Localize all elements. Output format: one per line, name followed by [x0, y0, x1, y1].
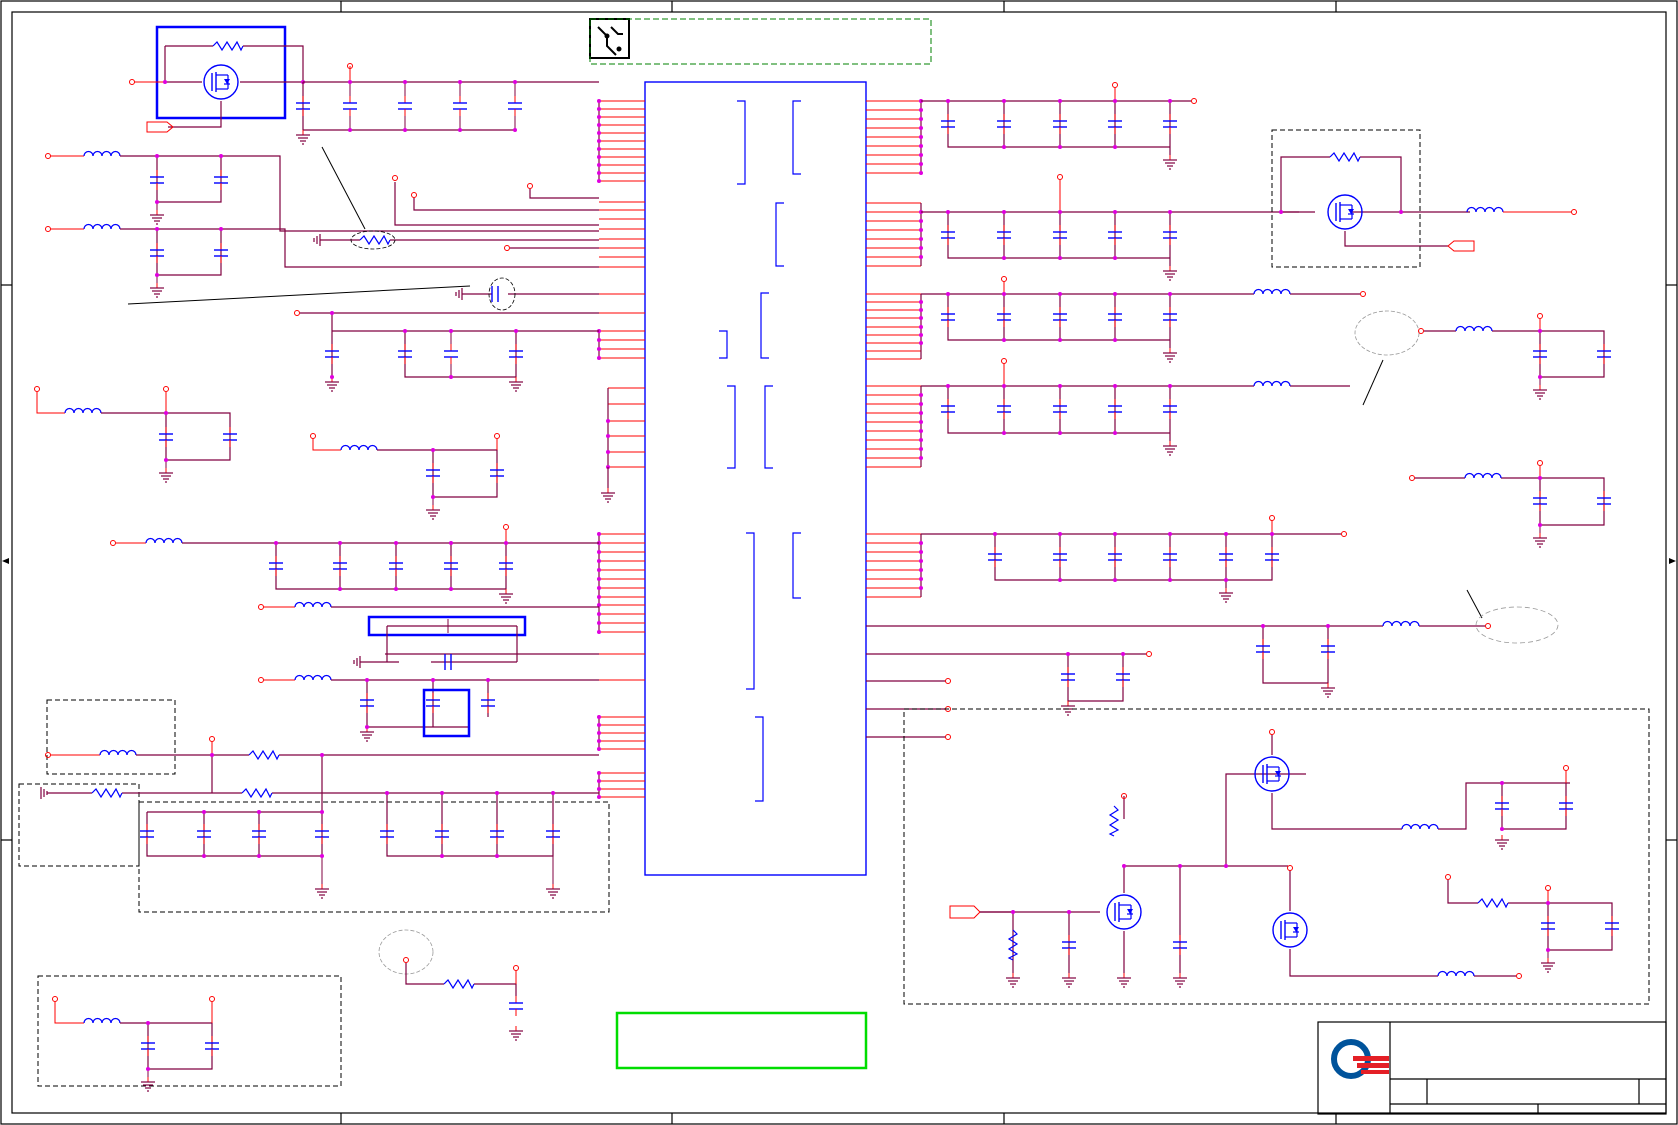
schematic-sheet: [0, 0, 1678, 1125]
rc-bottom-annotated[interactable]: [378, 929, 524, 1041]
ic-internal-brackets: [719, 100, 801, 802]
lc-filter-right-478[interactable]: [1409, 460, 1612, 548]
lc-filter-right-331[interactable]: [1418, 313, 1612, 400]
crystal-highlight[interactable]: [353, 615, 599, 670]
lc-filter-left-3[interactable]: [34, 386, 238, 483]
cap-bank-bottom-left[interactable]: [139, 791, 561, 899]
main-ic[interactable]: [644, 81, 867, 876]
lc-filter-680[interactable]: [258, 674, 600, 742]
lc-filter-left-4[interactable]: [310, 433, 505, 520]
resistor-bottom-left-793[interactable]: [40, 787, 599, 799]
inductor-left-607[interactable]: [258, 601, 600, 610]
ground-ic-left-group: [600, 467, 616, 503]
power-switch-group[interactable]: [903, 708, 1650, 1005]
border-arrow-left: [2, 558, 9, 564]
ic-left-bus: [598, 101, 609, 797]
ic-right-junctions: [919, 99, 923, 590]
test-point-wires: [392, 175, 599, 251]
company-logo: [1331, 1039, 1389, 1079]
cap-bank-right-101[interactable]: [921, 82, 1197, 170]
cap-bank-right-534[interactable]: [921, 515, 1347, 603]
green-note-box: [615, 1011, 868, 1070]
cap-bank-right-212[interactable]: [921, 174, 1299, 281]
dashed-group-left-3: [138, 801, 610, 913]
lc-filter-right-626[interactable]: [866, 589, 1559, 698]
border-arrow-right: [1669, 558, 1676, 564]
fet-switch-top-right[interactable]: [1271, 129, 1577, 268]
ic-right-pins: [866, 100, 921, 738]
pcb-icon: [589, 18, 630, 59]
dashed-group-left-1: [46, 699, 176, 775]
cap-to-ground-annotated[interactable]: [127, 277, 599, 311]
dashed-note-box: [589, 18, 932, 65]
lc-filter-bottom-group[interactable]: [37, 975, 342, 1092]
cap-bank-mid-left[interactable]: [294, 310, 600, 392]
cap-bank-left-543[interactable]: [110, 524, 600, 604]
decoupling-caps-top[interactable]: [295, 63, 599, 145]
fet-switch-top-left[interactable]: [129, 25, 306, 133]
ic-left-pins: [599, 100, 645, 798]
sheet-border: [0, 0, 1678, 1125]
lc-filter-left-2[interactable]: [45, 223, 600, 298]
cap-pair-right-654[interactable]: [866, 651, 1152, 716]
cap-bank-right-294[interactable]: [921, 276, 1366, 363]
lc-filter-left-1[interactable]: [45, 150, 600, 232]
